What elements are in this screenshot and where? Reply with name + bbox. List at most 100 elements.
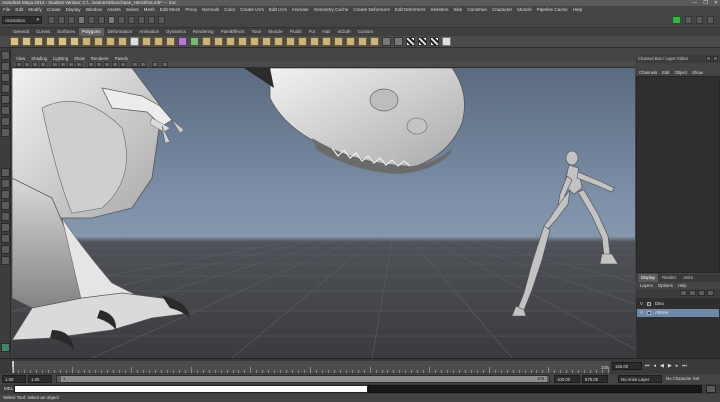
universal-manipulator-icon[interactable] <box>1 117 10 126</box>
menu-color[interactable]: Color <box>224 7 235 12</box>
ambient-occlusion-icon[interactable] <box>162 62 168 67</box>
menu-edit-uvs[interactable]: Edit UVs <box>269 7 287 12</box>
perspective-viewport[interactable] <box>12 68 635 358</box>
last-tool-used-icon[interactable] <box>1 128 10 137</box>
snap-grid-icon[interactable] <box>108 16 115 24</box>
menu-create[interactable]: Create <box>47 7 61 12</box>
shelf-tab-hair[interactable]: Hair <box>319 28 333 36</box>
viewport-menu-panels[interactable]: Panels <box>115 56 128 61</box>
move-layer-up-icon[interactable] <box>680 290 687 296</box>
move-tool-icon[interactable] <box>1 84 10 93</box>
poly-sphere-icon[interactable] <box>10 37 19 46</box>
poke-face-icon[interactable] <box>358 37 367 46</box>
hypershade-layout-icon[interactable] <box>1 212 10 221</box>
hud-icon[interactable] <box>152 62 158 67</box>
play-backwards-icon[interactable]: ◀ <box>660 363 664 369</box>
step-back-icon[interactable]: ◂ <box>654 363 657 369</box>
menu-edit-mesh[interactable]: Edit Mesh <box>160 7 180 12</box>
select-hierarchy-icon[interactable] <box>78 16 85 24</box>
soccer-ball-icon[interactable] <box>130 37 139 46</box>
persp-outliner-layout-icon[interactable] <box>1 190 10 199</box>
layer-tab-display[interactable]: Display <box>638 274 659 282</box>
textured-icon[interactable] <box>104 62 110 67</box>
poly-cone-icon[interactable] <box>46 37 55 46</box>
dope-sheet-layout-icon[interactable] <box>1 245 10 254</box>
isolate-select-icon[interactable] <box>140 62 146 67</box>
command-input[interactable] <box>14 385 368 393</box>
menu-character[interactable]: Character <box>492 7 512 12</box>
persp-graph-layout-icon[interactable] <box>1 201 10 210</box>
menu-edit-deformers[interactable]: Edit Deformers <box>395 7 426 12</box>
grid-toggle-icon[interactable] <box>52 62 58 67</box>
menu-skin[interactable]: Skin <box>453 7 462 12</box>
current-time-field[interactable]: 155.00 <box>612 362 642 370</box>
safe-action-icon[interactable] <box>76 62 82 67</box>
shelf-tab-polygons[interactable]: Polygons <box>79 28 104 36</box>
merge-vertices-icon[interactable] <box>334 37 343 46</box>
split-polygon-icon[interactable] <box>298 37 307 46</box>
shelf-tab-deformation[interactable]: Deformation <box>105 28 136 36</box>
go-to-start-icon[interactable]: ⏮ <box>645 363 650 369</box>
scale-tool-icon[interactable] <box>1 106 10 115</box>
create-empty-layer-icon[interactable] <box>698 290 705 296</box>
bookmark-icon[interactable] <box>32 62 38 67</box>
new-scene-icon[interactable] <box>48 16 55 24</box>
image-plane-icon[interactable] <box>40 62 46 67</box>
anim-layer-dropdown[interactable]: No Anim Layer <box>618 375 662 383</box>
menu-help[interactable]: Help <box>573 7 582 12</box>
dinosaur-skeleton[interactable] <box>12 68 190 350</box>
go-to-end-icon[interactable]: ⏭ <box>682 363 687 369</box>
select-camera-icon[interactable] <box>16 62 22 67</box>
menu-proxy[interactable]: Proxy <box>185 7 197 12</box>
wedge-face-icon[interactable] <box>370 37 379 46</box>
float-panel-icon[interactable] <box>706 56 711 61</box>
snap-point-icon[interactable] <box>128 16 135 24</box>
shelf-tab-custom[interactable]: Custom <box>355 28 377 36</box>
menu-muscle[interactable]: Muscle <box>517 7 532 12</box>
menu-select[interactable]: Select <box>126 7 139 12</box>
select-object-icon[interactable] <box>88 16 95 24</box>
shelf-tab-rendering[interactable]: Rendering <box>190 28 217 36</box>
bridge-icon[interactable] <box>262 37 271 46</box>
extrude-icon[interactable] <box>250 37 259 46</box>
shelf-tab-ncloth[interactable]: nCloth <box>335 28 354 36</box>
layer-row[interactable]: V Dino <box>637 300 719 308</box>
move-layer-down-icon[interactable] <box>689 290 696 296</box>
checker-uv-icon[interactable] <box>406 37 415 46</box>
channel-menu-object[interactable]: Object <box>675 70 687 75</box>
graph-editor-layout-icon[interactable] <box>1 256 10 265</box>
channel-menu-show[interactable]: Show <box>692 70 703 75</box>
character-set-label[interactable]: No Character Set <box>666 375 699 383</box>
menu-create-deformers[interactable]: Create Deformers <box>353 7 390 12</box>
dinosaur-head[interactable] <box>244 68 465 174</box>
extract-icon[interactable] <box>178 37 187 46</box>
shelf-tab-curves[interactable]: Curves <box>33 28 53 36</box>
planar-mapping-icon[interactable] <box>382 37 391 46</box>
channel-box-list[interactable] <box>636 76 720 273</box>
viewport-menu-show[interactable]: Show <box>74 56 85 61</box>
checker-texture-icon[interactable] <box>418 37 427 46</box>
poly-helix-icon[interactable] <box>118 37 127 46</box>
shelf-tab-fluids[interactable]: Fluids <box>287 28 305 36</box>
layer-menu-options[interactable]: Options <box>658 283 673 288</box>
menu-modify[interactable]: Modify <box>28 7 42 12</box>
playback-start-field[interactable]: 1.00 <box>28 375 52 383</box>
insert-edge-loop-icon[interactable] <box>310 37 319 46</box>
smooth-icon[interactable] <box>190 37 199 46</box>
fill-hole-icon[interactable] <box>286 37 295 46</box>
show-channel-box-icon[interactable] <box>707 16 714 24</box>
poly-pipe-icon[interactable] <box>106 37 115 46</box>
layer-row[interactable]: V Athlete <box>637 309 719 317</box>
boolean-union-icon[interactable] <box>202 37 211 46</box>
boolean-difference-icon[interactable] <box>214 37 223 46</box>
rotate-tool-icon[interactable] <box>1 95 10 104</box>
menu-mesh[interactable]: Mesh <box>144 7 155 12</box>
show-attribute-editor-icon[interactable] <box>685 16 692 24</box>
menu-skeleton[interactable]: Skeleton <box>431 7 449 12</box>
menu-pipeline-cache[interactable]: Pipeline Cache <box>537 7 568 12</box>
ipr-render-icon[interactable] <box>148 16 155 24</box>
film-gate-icon[interactable] <box>60 62 66 67</box>
menu-create-uvs[interactable]: Create UVs <box>240 7 264 12</box>
uv-texture-editor-icon[interactable] <box>430 37 439 46</box>
menu-constrain[interactable]: Constrain <box>467 7 487 12</box>
